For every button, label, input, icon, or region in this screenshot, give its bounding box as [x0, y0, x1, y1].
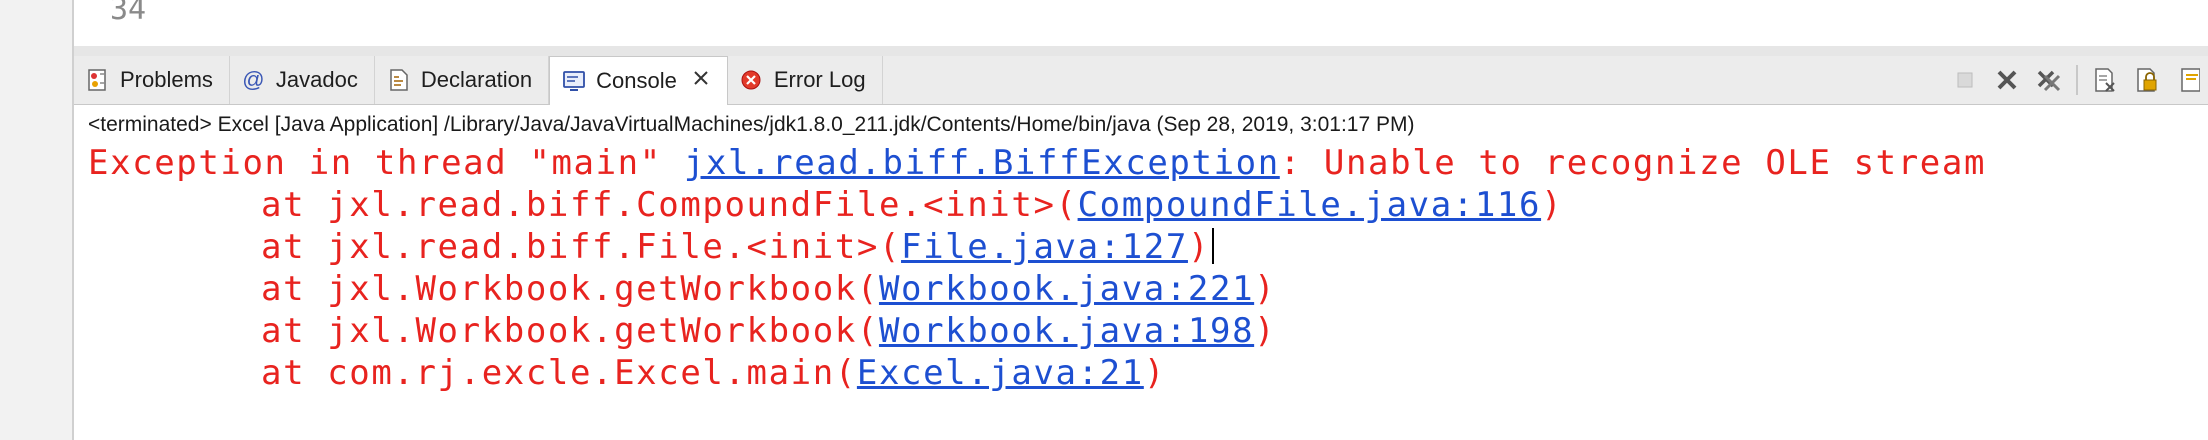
frame-suffix: ) [1254, 311, 1277, 351]
stack-frame: at com.rj.excle.Excel.main(Excel.java:21… [88, 353, 1166, 393]
declaration-icon [387, 68, 411, 92]
console-title: <terminated> Excel [Java Application] /L… [88, 113, 1415, 136]
tab-declaration[interactable]: Declaration [375, 56, 550, 104]
source-link[interactable]: Excel.java:21 [857, 353, 1144, 393]
frame-text: at jxl.Workbook.getWorkbook( [261, 269, 879, 309]
frame-text: at jxl.read.biff.File.<init>( [261, 227, 902, 267]
remove-launch-icon[interactable] [1992, 65, 2022, 95]
tab-error-log[interactable]: Error Log [728, 56, 883, 104]
console-icon [562, 69, 586, 93]
stack-frame: at jxl.Workbook.getWorkbook(Workbook.jav… [88, 269, 1276, 309]
left-gutter [0, 0, 74, 440]
tab-label: Declaration [420, 67, 533, 92]
stack-frame: at jxl.read.biff.CompoundFile.<init>(Com… [88, 185, 1563, 225]
source-link[interactable]: Workbook.java:221 [879, 269, 1254, 309]
source-link[interactable]: File.java:127 [901, 227, 1188, 267]
terminate-icon[interactable] [1950, 65, 1980, 95]
tab-label: Problems [120, 67, 213, 92]
exception-class-link[interactable]: jxl.read.biff.BiffException [684, 143, 1280, 183]
exception-prefix: Exception in thread "main" [88, 143, 684, 183]
source-link[interactable]: Workbook.java:198 [879, 311, 1254, 351]
stack-frame: at jxl.Workbook.getWorkbook(Workbook.jav… [88, 311, 1276, 351]
source-link[interactable]: CompoundFile.java:116 [1078, 185, 1541, 225]
frame-text: at jxl.read.biff.CompoundFile.<init>( [261, 185, 1078, 225]
problems-icon [86, 68, 110, 92]
stack-trace: Exception in thread "main" jxl.read.biff… [88, 142, 1986, 394]
text-caret [1212, 228, 1215, 264]
console-output[interactable]: <terminated> Excel [Java Application] /L… [74, 105, 2208, 440]
frame-suffix: ) [1541, 185, 1564, 225]
tab-javadoc[interactable]: @ Javadoc [230, 56, 375, 104]
error-log-icon [740, 68, 764, 92]
tab-problems[interactable]: Problems [74, 56, 230, 104]
word-wrap-icon[interactable] [2174, 65, 2204, 95]
remove-all-terminated-icon[interactable] [2034, 65, 2064, 95]
view-tab-bar: Problems @ Javadoc Declaration Console E… [74, 56, 2208, 105]
line-number: 34 [110, 0, 147, 27]
tab-label: Error Log [773, 67, 866, 92]
tab-label: Javadoc [275, 67, 358, 92]
tab-console[interactable]: Console [549, 56, 728, 105]
frame-suffix: ) [1187, 227, 1211, 267]
close-icon[interactable] [691, 68, 711, 94]
frame-text: at com.rj.excle.Excel.main( [261, 353, 857, 393]
tab-label: Console [596, 68, 677, 93]
console-toolbar [1950, 56, 2208, 104]
exception-message: : Unable to recognize OLE stream [1279, 143, 1987, 183]
scroll-lock-icon[interactable] [2132, 65, 2162, 95]
at-icon: @ [241, 67, 265, 92]
editor-area[interactable]: 34 [74, 0, 2208, 46]
clear-console-icon[interactable] [2090, 65, 2120, 95]
panel-sash[interactable] [74, 46, 2208, 56]
frame-suffix: ) [1143, 353, 1166, 393]
toolbar-separator [2076, 65, 2078, 95]
frame-suffix: ) [1254, 269, 1277, 309]
stack-frame: at jxl.read.biff.File.<init>(File.java:1… [88, 227, 1215, 267]
frame-text: at jxl.Workbook.getWorkbook( [261, 311, 879, 351]
